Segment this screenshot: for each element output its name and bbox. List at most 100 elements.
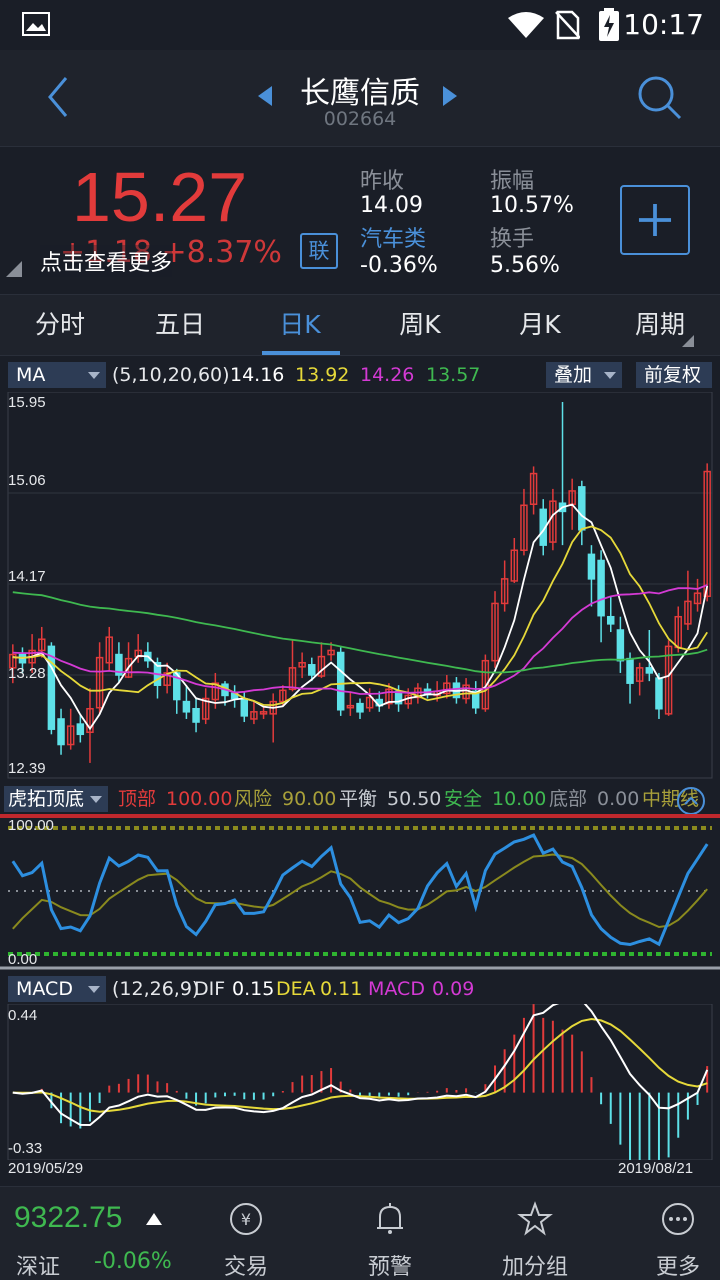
bottom-value: 0.00 xyxy=(597,788,640,810)
battery-charging-icon xyxy=(599,8,619,41)
period-tabs: 分时 五日 日K 周K 月K 周期 xyxy=(0,294,720,356)
kline-axis-4: 13.28 xyxy=(8,665,46,682)
kline-background xyxy=(0,392,720,780)
macd-chart[interactable] xyxy=(0,1004,720,1160)
stock-code: 002664 xyxy=(323,108,397,130)
nav-alert[interactable]: 预警 xyxy=(340,1187,440,1280)
linked-button[interactable]: 联 xyxy=(300,233,338,269)
candle-body xyxy=(76,723,85,736)
clock: 10:17 xyxy=(623,8,704,41)
ma-selector[interactable]: MA xyxy=(8,362,106,388)
macd-value: 0.09 xyxy=(432,978,475,1000)
macd-selector-label: MACD xyxy=(16,978,73,1000)
ma60-value: 13.57 xyxy=(426,364,481,386)
top-label: 顶部 xyxy=(118,788,157,810)
safe-label: 安全 xyxy=(444,788,483,810)
kline-axis-bottom: 12.39 xyxy=(8,760,46,777)
dif-value: 0.15 xyxy=(232,978,275,1000)
tab-five-day[interactable]: 五日 xyxy=(120,295,240,357)
candle-body xyxy=(192,707,200,723)
wifi-icon xyxy=(508,12,544,38)
stock-name: 长鹰信质 xyxy=(300,76,420,111)
candle-body xyxy=(356,702,364,713)
trade-icon: ¥ xyxy=(230,1203,262,1235)
index-change: -0.06% xyxy=(94,1249,172,1274)
turnover-label: 换手 xyxy=(490,227,535,252)
current-price: 15.27 xyxy=(72,158,248,236)
candle-body xyxy=(57,718,65,746)
image-icon xyxy=(22,12,50,36)
candle-body xyxy=(578,486,586,531)
next-stock-icon[interactable] xyxy=(443,86,457,106)
tab-weekly-k[interactable]: 周K xyxy=(360,295,480,357)
candle-body xyxy=(47,645,56,730)
add-watchlist-button[interactable] xyxy=(620,185,690,255)
tab-period[interactable]: 周期 xyxy=(600,295,720,357)
tab-daily-k[interactable]: 日K xyxy=(240,295,360,357)
nav-alert-label: 预警 xyxy=(367,1255,412,1280)
nav-add-group[interactable]: 加分组 xyxy=(485,1187,585,1280)
safe-value: 10.00 xyxy=(492,788,547,810)
balance-value: 50.50 xyxy=(387,788,442,810)
ma10-value: 13.92 xyxy=(295,364,350,386)
prev-close-value: 14.09 xyxy=(360,193,423,218)
candle-body xyxy=(308,664,316,676)
dea-value: 0.11 xyxy=(320,978,363,1000)
ma20-value: 14.26 xyxy=(360,364,415,386)
hutuo-selector[interactable]: 虎拓顶底 xyxy=(4,786,108,812)
active-tab-underline xyxy=(262,351,340,355)
candle-body xyxy=(645,667,654,674)
kline-axis-top: 15.95 xyxy=(8,394,46,411)
nav-more-label: 更多 xyxy=(655,1255,700,1280)
ma-selector-label: MA xyxy=(16,364,46,386)
amplitude-value: 10.57% xyxy=(490,193,574,218)
overlay-label: 叠加 xyxy=(554,364,593,386)
expand-icon[interactable] xyxy=(676,786,706,816)
kline-axis-3: 14.17 xyxy=(8,568,46,585)
tab-intraday[interactable]: 分时 xyxy=(0,295,120,357)
overlay-selector[interactable]: 叠加 xyxy=(546,362,622,388)
hutuo-axis-bottom: 0.00 xyxy=(8,951,38,968)
dif-label: DIF xyxy=(194,978,226,1000)
up-triangle-icon xyxy=(146,1213,162,1225)
more-icon xyxy=(662,1203,694,1235)
nav-more[interactable]: 更多 xyxy=(628,1187,720,1280)
hutuo-selector-label: 虎拓顶底 xyxy=(8,788,85,810)
quote-panel[interactable]: 15.27 +1.18 +8.37% 点击查看更多 联 昨收 14.09 汽车类… xyxy=(0,146,720,294)
status-bar: 10:17 xyxy=(0,0,720,50)
chevron-down-icon xyxy=(604,372,616,379)
search-icon[interactable] xyxy=(634,72,684,122)
candle-body xyxy=(240,698,249,717)
svg-text:¥: ¥ xyxy=(241,1210,251,1229)
hutuo-chart[interactable] xyxy=(0,814,720,970)
top-value: 100.00 xyxy=(166,788,233,810)
app-root: 10:17 长鹰信质 002664 15.27 +1.18 +8.37% 点击查… xyxy=(0,0,720,1280)
candle-body xyxy=(607,615,615,625)
nav-trade[interactable]: ¥ 交易 xyxy=(196,1187,296,1280)
hutuo-background xyxy=(0,814,720,970)
turnover-value: 5.56% xyxy=(490,253,560,278)
kline-chart[interactable] xyxy=(0,392,720,780)
no-sim-icon xyxy=(555,10,580,40)
see-more-hint[interactable]: 点击查看更多 xyxy=(40,245,173,277)
nav-trade-label: 交易 xyxy=(223,1255,268,1280)
dea-label: DEA xyxy=(276,978,316,1000)
macd-label: MACD xyxy=(368,978,425,1000)
ma5-value: 14.16 xyxy=(230,364,285,386)
ma-row: MA (5,10,20,60) 14.16 13.92 14.26 13.57 … xyxy=(0,360,720,390)
candle-body xyxy=(626,657,634,684)
macd-row: MACD (12,26,9) DIF 0.15 DEA 0.11 MACD 0.… xyxy=(0,974,720,1004)
index-name: 深证 xyxy=(16,1255,61,1280)
chevron-down-icon xyxy=(90,796,102,803)
bell-icon xyxy=(377,1203,403,1234)
candle-body xyxy=(597,559,605,617)
macd-background xyxy=(0,1004,720,1160)
candle-body xyxy=(616,629,625,662)
tab-monthly-k[interactable]: 月K xyxy=(480,295,600,357)
sector-label[interactable]: 汽车类 xyxy=(360,221,426,253)
risk-value: 90.00 xyxy=(282,788,337,810)
macd-selector[interactable]: MACD xyxy=(8,976,106,1002)
macd-params: (12,26,9) xyxy=(112,978,200,1000)
adjust-button[interactable]: 前复权 xyxy=(636,362,712,388)
bottom-bar: 9322.75 深证 -0.06% ¥ 交易 预警 加分组 更多 xyxy=(0,1186,720,1280)
